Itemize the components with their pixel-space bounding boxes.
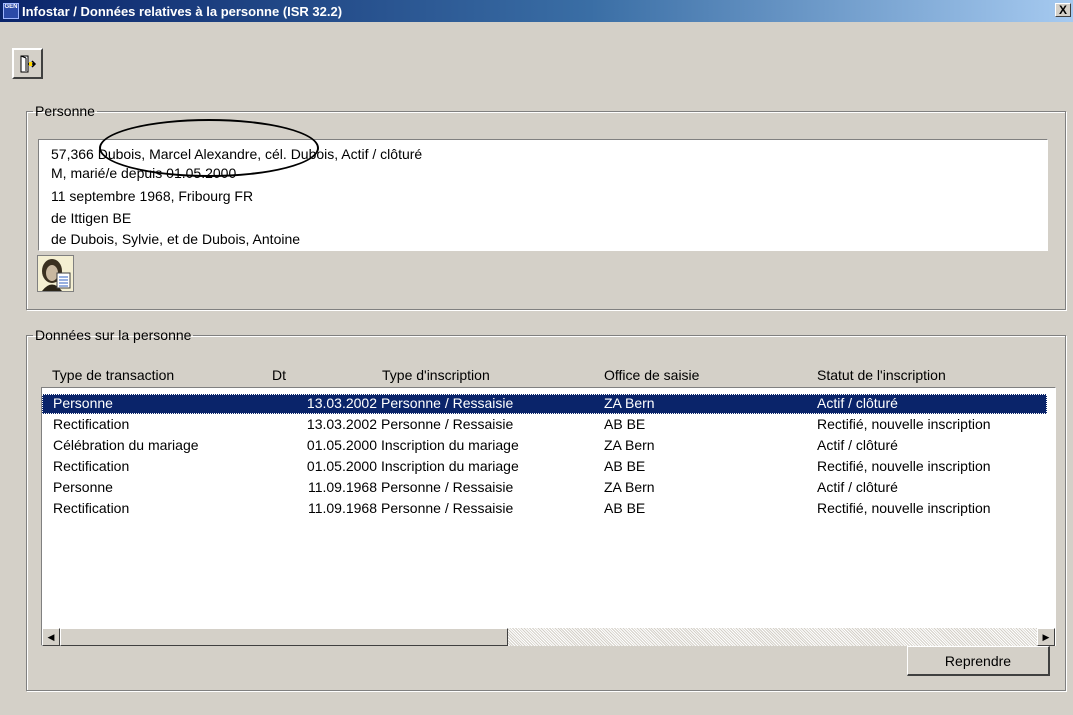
column-header-dt[interactable]: Dt xyxy=(272,367,286,383)
person-info-line-4: de Ittigen BE xyxy=(51,210,132,226)
column-header-statut[interactable]: Statut de l'inscription xyxy=(817,367,946,383)
cell-type-inscription: Inscription du mariage xyxy=(381,437,519,453)
title-bar: GEN Infostar / Données relatives à la pe… xyxy=(0,0,1073,22)
cell-type-transaction: Rectification xyxy=(53,416,130,432)
donnees-legend: Données sur la personne xyxy=(35,327,192,343)
table-row[interactable]: Personne 13.03.2002 Personne / Ressaisie… xyxy=(42,394,1047,414)
cell-dt: 01.05.2000 xyxy=(306,437,377,453)
cell-type-transaction: Célébration du mariage xyxy=(53,437,199,453)
table-row[interactable]: Rectification 13.03.2002 Personne / Ress… xyxy=(42,415,1047,435)
close-button[interactable]: X xyxy=(1055,3,1071,17)
horizontal-scrollbar[interactable]: ◀ ▶ xyxy=(42,628,1055,646)
table-row[interactable]: Personne 11.09.1968 Personne / Ressaisie… xyxy=(42,478,1047,498)
cell-statut: Actif / clôturé xyxy=(817,395,898,411)
table-row[interactable]: Rectification 11.09.1968 Personne / Ress… xyxy=(42,499,1047,519)
scroll-left-button[interactable]: ◀ xyxy=(42,628,60,646)
app-icon: GEN xyxy=(3,3,19,19)
cell-office: AB BE xyxy=(604,500,646,516)
window-title: Infostar / Données relatives à la person… xyxy=(22,3,343,19)
exit-button[interactable] xyxy=(12,48,43,79)
cell-statut: Rectifié, nouvelle inscription xyxy=(817,458,991,474)
cell-statut: Actif / clôturé xyxy=(817,437,898,453)
cell-dt: 11.09.1968 xyxy=(307,500,377,516)
cell-type-transaction: Rectification xyxy=(53,458,130,474)
cell-dt: 01.05.2000 xyxy=(306,458,377,474)
cell-type-inscription: Personne / Ressaisie xyxy=(381,500,514,516)
cell-statut: Rectifié, nouvelle inscription xyxy=(817,500,991,516)
person-info-line-2: M, marié/e depuis 01.05.2000 xyxy=(51,165,237,181)
cell-office: ZA Bern xyxy=(604,479,655,495)
cell-office: AB BE xyxy=(604,458,646,474)
cell-type-transaction: Personne xyxy=(53,395,113,411)
cell-statut: Actif / clôturé xyxy=(817,479,898,495)
cell-statut: Rectifié, nouvelle inscription xyxy=(817,416,991,432)
cell-office: ZA Bern xyxy=(604,437,655,453)
table-row[interactable]: Célébration du mariage 01.05.2000 Inscri… xyxy=(42,436,1047,456)
cell-type-transaction: Personne xyxy=(53,479,113,495)
scroll-thumb[interactable] xyxy=(60,628,508,646)
cell-dt: 13.03.2002 xyxy=(306,395,377,411)
cell-type-inscription: Personne / Ressaisie xyxy=(381,479,514,495)
scroll-right-button[interactable]: ▶ xyxy=(1037,628,1055,646)
column-header-type-transaction[interactable]: Type de transaction xyxy=(52,367,174,383)
cell-office: AB BE xyxy=(604,416,646,432)
person-details-icon xyxy=(38,256,73,291)
column-header-type-inscription[interactable]: Type d'inscription xyxy=(382,367,490,383)
cell-dt: 13.03.2002 xyxy=(306,416,377,432)
person-details-button[interactable] xyxy=(37,255,74,292)
cell-type-inscription: Inscription du mariage xyxy=(381,458,519,474)
table-row[interactable]: Rectification 01.05.2000 Inscription du … xyxy=(42,457,1047,477)
personne-legend: Personne xyxy=(35,103,95,119)
cell-type-transaction: Rectification xyxy=(53,500,130,516)
person-info-line-1: 57,366 Dubois, Marcel Alexandre, cél. Du… xyxy=(51,146,423,162)
exit-door-icon xyxy=(20,55,36,72)
cell-type-inscription: Personne / Ressaisie xyxy=(381,395,514,411)
column-header-office-saisie[interactable]: Office de saisie xyxy=(604,367,699,383)
person-info-line-5: de Dubois, Sylvie, et de Dubois, Antoine xyxy=(51,231,301,247)
cell-office: ZA Bern xyxy=(604,395,655,411)
person-info-line-3: 11 septembre 1968, Fribourg FR xyxy=(51,188,254,204)
reprendre-button[interactable]: Reprendre xyxy=(907,646,1050,676)
cell-type-inscription: Personne / Ressaisie xyxy=(381,416,514,432)
cell-dt: 11.09.1968 xyxy=(307,479,377,495)
